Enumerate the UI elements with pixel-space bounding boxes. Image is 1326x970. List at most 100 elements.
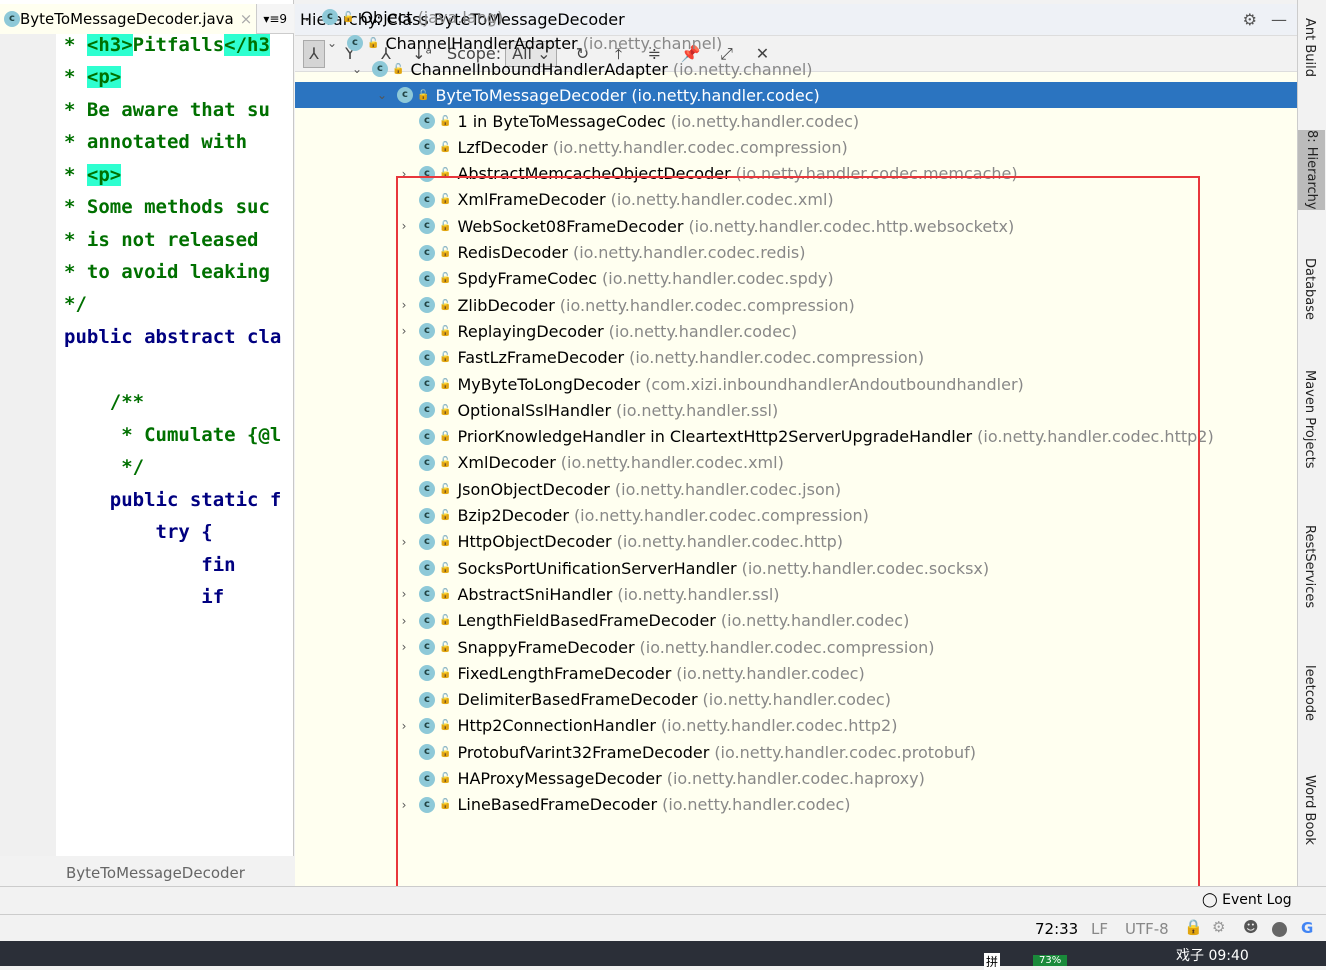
class-name: ReplayingDecoder: [457, 321, 604, 341]
tree-node[interactable]: c 🔓 Bzip2Decoder (io.netty.handler.codec.co…: [295, 503, 1297, 529]
tree-node[interactable]: › c 🔓 LineBasedFrameDecoder (io.netty.handle…: [295, 792, 1297, 818]
public-icon: 🔓: [439, 168, 452, 180]
status-circle-icon[interactable]: [1272, 922, 1287, 937]
tree-node[interactable]: c 🔓 DelimiterBasedFrameDecoder (io.netty.ha…: [295, 687, 1297, 713]
tree-node[interactable]: › c 🔓 AbstractSniHandler (io.netty.handler.s…: [295, 581, 1297, 607]
class-icon: c: [419, 639, 435, 655]
chevron-right-icon[interactable]: ›: [397, 535, 411, 549]
chevron-down-icon[interactable]: ⌄: [375, 88, 389, 102]
chevron-down-icon[interactable]: ⌄: [300, 10, 314, 24]
tree-node[interactable]: c 🔓 OptionalSslHandler (io.netty.handler.ss…: [295, 397, 1297, 423]
tree-node[interactable]: › c 🔓 ReplayingDecoder (io.netty.handler.cod…: [295, 318, 1297, 344]
tree-node[interactable]: › c 🔓 Http2ConnectionHandler (io.netty.handl…: [295, 713, 1297, 739]
tool-window-8-hierarchy[interactable]: 8: Hierarchy: [1298, 130, 1325, 210]
package-name: (io.netty.handler.codec): [670, 111, 860, 131]
chevron-right-icon[interactable]: ›: [397, 167, 411, 181]
public-icon: 🔓: [439, 273, 452, 285]
tree-node[interactable]: ⌄ c 🔓 Object (java.lang): [295, 4, 1297, 30]
tree-node[interactable]: › c 🔓 SnappyFrameDecoder (io.netty.handler.c…: [295, 634, 1297, 660]
package-name: (io.netty.handler.codec): [662, 795, 851, 815]
chevron-right-icon[interactable]: ›: [397, 798, 411, 812]
tree-node[interactable]: ⌄ c 🔓 ByteToMessageDecoder (io.netty.handler…: [295, 82, 1297, 108]
tree-node[interactable]: c 🔓 RedisDecoder (io.netty.handler.codec.re…: [295, 240, 1297, 266]
chevron-right-icon[interactable]: ›: [397, 298, 411, 312]
tree-node[interactable]: c 🔓 ProtobufVarint32FrameDecoder (io.netty.…: [295, 739, 1297, 765]
event-log-button[interactable]: ◯ Event Log: [1202, 892, 1292, 908]
chevron-down-icon[interactable]: ⌄: [325, 36, 339, 50]
tree-node[interactable]: › c 🔓 ZlibDecoder (io.netty.handler.codec.co…: [295, 292, 1297, 318]
editor-tab[interactable]: c ByteToMessageDecoder.java ×: [0, 3, 258, 34]
tree-node[interactable]: c 🔓 SpdyFrameCodec (io.netty.handler.codec.…: [295, 266, 1297, 292]
tree-node[interactable]: › c 🔓 AbstractMemcacheObjectDecoder (io.nett…: [295, 161, 1297, 187]
chevron-right-icon[interactable]: ›: [397, 324, 411, 338]
class-name: DelimiterBasedFrameDecoder: [457, 690, 698, 710]
code-token: <p>: [86, 164, 122, 186]
public-icon: 🔓: [392, 63, 405, 75]
tree-node[interactable]: ⌄ c 🔓 ChannelHandlerAdapter (io.netty.channe…: [295, 30, 1297, 56]
package-name: (io.netty.handler.codec.spdy): [602, 269, 834, 289]
class-name: XmlFrameDecoder: [457, 190, 606, 210]
class-name: ByteToMessageDecoder: [435, 85, 627, 105]
tree-node[interactable]: c 🔓 1 in ByteToMessageCodec (io.netty.handl…: [295, 108, 1297, 134]
class-icon: c: [419, 691, 435, 708]
code-token: * is not released: [64, 229, 259, 251]
tree-node[interactable]: c 🔓 XmlDecoder (io.netty.handler.codec.xml): [295, 450, 1297, 476]
class-icon: c: [419, 428, 435, 445]
tree-node[interactable]: c 🔓 SocksPortUnificationServerHandler (io.n…: [295, 555, 1297, 581]
encoding[interactable]: UTF-8: [1125, 920, 1169, 938]
tool-window-bar: ◯ Event Log: [0, 886, 1326, 914]
tool-window-leetcode[interactable]: leetcode: [1302, 665, 1317, 721]
package-name: (io.netty.handler.codec.compression): [639, 637, 935, 657]
tree-node[interactable]: › c 🔓 WebSocket08FrameDecoder (io.netty.hand…: [295, 213, 1297, 239]
taskbar: 拼 73% 戏子 09:40: [0, 941, 1326, 970]
code-token: * Be aware that su: [64, 99, 270, 121]
class-icon: c: [419, 165, 435, 182]
code-line: fin: [64, 554, 235, 576]
tree-node[interactable]: › c 🔓 HttpObjectDecoder (io.netty.handler.co…: [295, 529, 1297, 555]
package-name: (io.netty.handler.codec.compression): [559, 295, 855, 315]
code-token: <p>: [86, 66, 122, 88]
tab-list-button[interactable]: ▾≡9: [263, 12, 287, 26]
clock[interactable]: 戏子 09:40: [1176, 945, 1249, 965]
code-line: * annotated with: [64, 131, 247, 153]
tree-node[interactable]: › c 🔓 LengthFieldBasedFrameDecoder (io.netty…: [295, 608, 1297, 634]
ime-indicator[interactable]: 拼: [984, 953, 1001, 970]
battery-indicator[interactable]: 73%: [1033, 955, 1068, 966]
tree-node[interactable]: c 🔓 MyByteToLongDecoder (com.xizi.inboundha…: [295, 371, 1297, 397]
editor-panel: c ByteToMessageDecoder.java × ▾≡9 * <h3>Pi…: [0, 0, 294, 886]
tool-window-database[interactable]: Database: [1302, 258, 1317, 320]
line-separator[interactable]: LF: [1091, 920, 1108, 938]
chevron-right-icon[interactable]: ›: [397, 587, 411, 601]
public-icon: 🔓: [439, 720, 452, 732]
code-token: *: [64, 66, 87, 88]
chevron-right-icon[interactable]: ›: [397, 640, 411, 654]
class-name: FixedLengthFrameDecoder: [457, 663, 672, 683]
lock-icon[interactable]: 🔒: [1184, 918, 1203, 936]
code-token: </h3: [224, 34, 270, 56]
chevron-right-icon[interactable]: ›: [397, 219, 411, 233]
chevron-right-icon[interactable]: ›: [397, 719, 411, 733]
chevron-down-icon[interactable]: ⌄: [350, 62, 364, 76]
tool-window-word-book[interactable]: Word Book: [1302, 775, 1317, 845]
tree-node[interactable]: c 🔓 FixedLengthFrameDecoder (io.netty.handl…: [295, 660, 1297, 686]
tree-node[interactable]: c 🔓 LzfDecoder (io.netty.handler.codec.comp…: [295, 134, 1297, 160]
tree-node[interactable]: ⌄ c 🔓 ChannelInboundHandlerAdapter (io.netty…: [295, 56, 1297, 82]
caret-position[interactable]: 72:33: [1035, 920, 1078, 938]
inspector-icon[interactable]: ☻: [1243, 918, 1259, 936]
tree-node[interactable]: c 🔓 XmlFrameDecoder (io.netty.handler.codec…: [295, 187, 1297, 213]
tool-window-ant-build[interactable]: Ant Build: [1302, 18, 1317, 77]
tool-window-maven-projects[interactable]: Maven Projects: [1302, 370, 1317, 469]
tree-node[interactable]: c 🔒 PriorKnowledgeHandler in CleartextHttp…: [295, 424, 1297, 450]
tree-node[interactable]: c 🔓 FastLzFrameDecoder (io.netty.handler.co…: [295, 345, 1297, 371]
settings-icon[interactable]: ⚙: [1212, 918, 1225, 936]
tab-label: ByteToMessageDecoder.java: [20, 9, 234, 28]
google-icon[interactable]: G: [1301, 919, 1313, 937]
tree-node[interactable]: c 🔓 JsonObjectDecoder (io.netty.handler.cod…: [295, 476, 1297, 502]
public-icon: 🔓: [342, 11, 355, 23]
editor-gutter: [0, 34, 56, 856]
chevron-right-icon[interactable]: ›: [397, 614, 411, 628]
close-icon[interactable]: ×: [240, 10, 253, 28]
tool-window-restservices[interactable]: RestServices: [1302, 525, 1317, 608]
public-icon: 🔓: [439, 799, 452, 811]
tree-node[interactable]: c 🔓 HAProxyMessageDecoder (io.netty.handler…: [295, 766, 1297, 792]
